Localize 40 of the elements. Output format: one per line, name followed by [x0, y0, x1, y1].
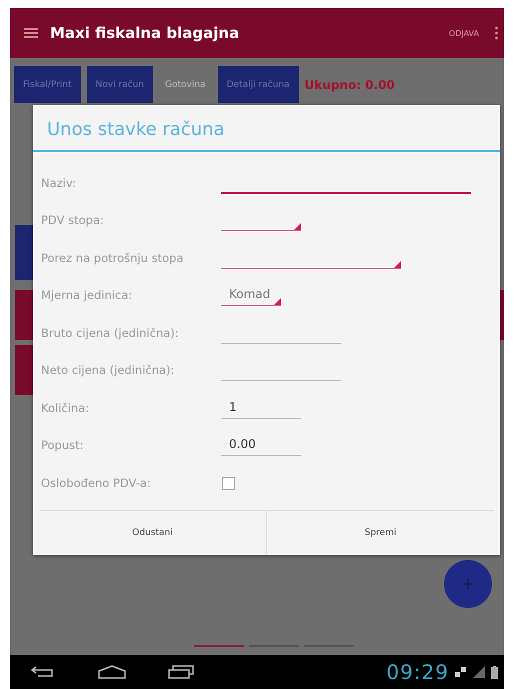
total-label: Ukupno: 0.00: [304, 78, 395, 92]
plus-icon: [463, 579, 473, 589]
dropdown[interactable]: Komad: [221, 281, 281, 306]
field-label: Neto cijena (jedinična):: [41, 363, 176, 379]
overflow-menu-icon[interactable]: [495, 26, 498, 40]
dialog-button[interactable]: Odustani: [39, 511, 266, 555]
clock: 09:29: [386, 660, 449, 684]
logout-button[interactable]: ODJAVA: [440, 28, 487, 38]
add-button[interactable]: [444, 560, 492, 608]
toolbar-button[interactable]: Novi račun: [86, 66, 154, 103]
input-field[interactable]: 0.00: [221, 431, 301, 456]
payment-spinner[interactable]: Gotovina: [159, 80, 212, 90]
list-item-background: [15, 345, 35, 395]
input-field[interactable]: 1: [221, 394, 301, 418]
list-item-background: [15, 225, 35, 280]
field-label: Količina:: [41, 400, 90, 416]
dialog-button[interactable]: Spremi: [266, 511, 494, 555]
app-title: Maxi fiskalna blagajna: [50, 24, 240, 42]
dropdown-corner-icon: [294, 223, 301, 230]
field-label: Oslobođeno PDV-a:: [41, 476, 152, 492]
signal-icon: [473, 666, 485, 678]
toolbar-button[interactable]: Detalji računa: [218, 66, 299, 103]
battery-icon: [491, 666, 498, 678]
home-icon[interactable]: [98, 665, 126, 679]
toolbar-button[interactable]: Fiskal/Print: [14, 66, 81, 103]
field-label: Porez na potrošnju stopa: [41, 250, 184, 266]
checkbox[interactable]: [222, 476, 235, 490]
dropdown-corner-icon: [274, 298, 281, 305]
recent-apps-icon[interactable]: [168, 665, 194, 679]
field-label: Mjerna jedinica:: [41, 288, 134, 304]
field-label: Bruto cijena (jedinična):: [41, 326, 180, 342]
field-label: Popust:: [41, 438, 85, 454]
field-label: Naziv:: [41, 176, 77, 192]
dropdown-corner-icon: [394, 260, 401, 268]
menu-icon[interactable]: [24, 28, 38, 38]
field-label: PDV stopa:: [41, 213, 105, 229]
back-icon[interactable]: [30, 665, 56, 679]
network-icon: [455, 666, 467, 678]
dialog-title: Unos stavke računa: [33, 105, 500, 152]
list-item-background: [15, 290, 35, 340]
